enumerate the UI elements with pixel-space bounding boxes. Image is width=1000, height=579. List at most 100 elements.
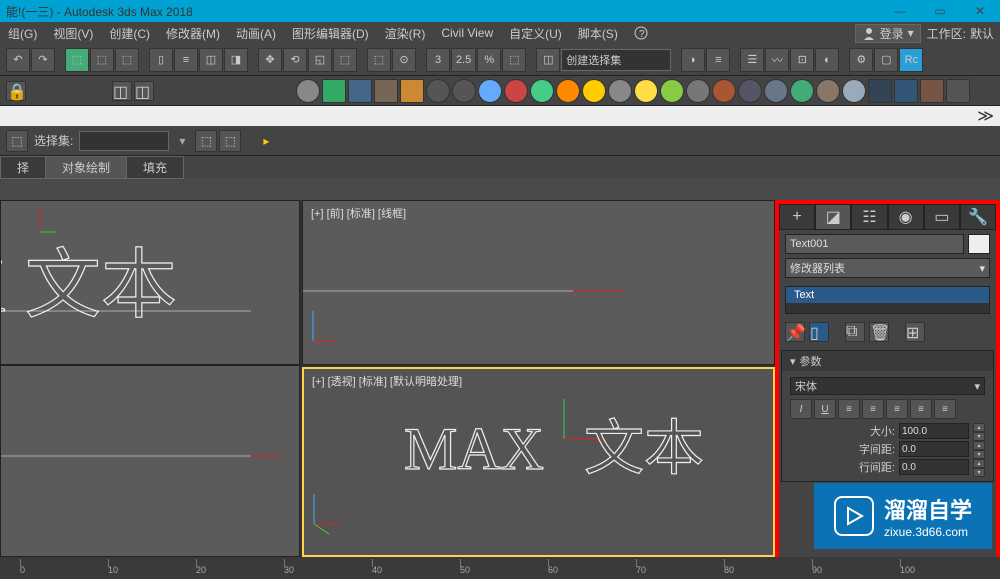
viewport-bottom-right[interactable]: [+] [透视] [标准] [默认明暗处理] MAX 文本 <box>302 367 775 557</box>
viewport-top-right[interactable]: [+] [前] [标准] [线框] <box>302 200 775 365</box>
tool-b-button[interactable]: ◫ <box>134 81 154 101</box>
restore-button[interactable]: ▭ <box>920 0 960 22</box>
underline-button[interactable]: U <box>814 399 836 419</box>
configure-sets-button[interactable]: ⊞ <box>905 322 925 342</box>
placement-button[interactable]: ⬚ <box>333 48 357 72</box>
menu-civil-view[interactable]: Civil View <box>433 22 501 44</box>
select-by-name-button[interactable]: ≡ <box>174 48 198 72</box>
kerning-spin-down[interactable]: ▾ <box>973 450 985 459</box>
align-justify-button[interactable]: ≡ <box>910 399 932 419</box>
select-link-button[interactable]: ⬚ <box>65 48 89 72</box>
close-button[interactable]: ✕ <box>960 0 1000 22</box>
menu-group[interactable]: 组(G) <box>0 22 45 44</box>
menu-customize[interactable]: 自定义(U) <box>501 22 570 44</box>
timeline[interactable]: 0102030405060708090100 <box>0 557 1000 579</box>
select-object-button[interactable]: ▯ <box>149 48 173 72</box>
overflow-chevron-icon[interactable]: ≫ <box>977 106 994 126</box>
selection-set-dropdown[interactable] <box>79 131 169 151</box>
preset-box1[interactable] <box>868 79 892 103</box>
preset-cloud[interactable] <box>556 79 580 103</box>
select-region-button[interactable]: ◫ <box>199 48 223 72</box>
curve-editor-button[interactable]: 〰 <box>765 48 789 72</box>
rollout-header[interactable]: ▾ 参数 <box>782 351 993 371</box>
menu-scripts[interactable]: 脚本(S) <box>570 22 626 44</box>
align-button[interactable]: ≡ <box>706 48 730 72</box>
preset-br[interactable] <box>816 79 840 103</box>
rotate-button[interactable]: ⟲ <box>283 48 307 72</box>
preset-teapot[interactable] <box>296 79 320 103</box>
render-frame-button[interactable]: ▢ <box>874 48 898 72</box>
preset-yellow[interactable] <box>582 79 606 103</box>
modifier-stack[interactable]: Text <box>785 286 990 314</box>
preset-sphere-3[interactable] <box>478 79 502 103</box>
leading-input[interactable]: 0.0 <box>899 459 969 475</box>
preset-3[interactable] <box>374 79 398 103</box>
move-button[interactable]: ✥ <box>258 48 282 72</box>
render-setup-button[interactable]: ⚙ <box>849 48 873 72</box>
mirror-button[interactable]: ◗ <box>681 48 705 72</box>
size-spin-up[interactable]: ▴ <box>973 423 985 432</box>
use-pivot-button[interactable]: ⊙ <box>392 48 416 72</box>
preset-box3[interactable] <box>920 79 944 103</box>
window-crossing-button[interactable]: ◨ <box>224 48 248 72</box>
display-tab[interactable]: ▭ <box>924 204 960 230</box>
preset-sun[interactable] <box>634 79 658 103</box>
preset-sphere-5[interactable] <box>530 79 554 103</box>
modify-tab[interactable]: ◪ <box>815 204 851 230</box>
preset-box4[interactable] <box>946 79 970 103</box>
leading-spin-down[interactable]: ▾ <box>973 468 985 477</box>
preset-g3[interactable] <box>790 79 814 103</box>
preset-1[interactable] <box>322 79 346 103</box>
create-tab[interactable]: + <box>779 204 815 230</box>
hierarchy-tab[interactable]: ☷ <box>851 204 887 230</box>
align-right-button[interactable]: ≡ <box>886 399 908 419</box>
preset-sphere-4[interactable] <box>504 79 528 103</box>
menu-animation[interactable]: 动画(A) <box>228 22 284 44</box>
modifier-list-dropdown[interactable]: 修改器列表 ▾ <box>785 258 990 278</box>
menu-create[interactable]: 创建(C) <box>101 22 158 44</box>
unlink-button[interactable]: ⬚ <box>90 48 114 72</box>
preset-b3[interactable] <box>842 79 866 103</box>
preset-4[interactable] <box>400 79 424 103</box>
align-left-button[interactable]: ≡ <box>838 399 860 419</box>
tool-a-button[interactable]: ◫ <box>112 81 132 101</box>
sel-tool-2[interactable]: ⬚ <box>219 130 241 152</box>
schematic-view-button[interactable]: ⊡ <box>790 48 814 72</box>
tab-select[interactable]: 择 <box>0 156 46 179</box>
material-editor-button[interactable]: ◐ <box>815 48 839 72</box>
preset-sphere-1[interactable] <box>426 79 450 103</box>
ref-coord-button[interactable]: ⬚ <box>367 48 391 72</box>
scale-button[interactable]: ◱ <box>308 48 332 72</box>
render-button[interactable]: Rc <box>899 48 923 72</box>
menu-help[interactable]: ? <box>626 22 656 44</box>
sel-tool-1[interactable]: ⬚ <box>195 130 217 152</box>
menu-modifiers[interactable]: 修改器(M) <box>158 22 228 44</box>
bind-space-warp-button[interactable]: ⬚ <box>115 48 139 72</box>
preset-grey[interactable] <box>608 79 632 103</box>
align-center-button[interactable]: ≡ <box>862 399 884 419</box>
tab-fill[interactable]: 填充 <box>126 156 184 179</box>
preset-b2[interactable] <box>764 79 788 103</box>
menu-render[interactable]: 渲染(R) <box>377 22 434 44</box>
menu-view[interactable]: 视图(V) <box>45 22 101 44</box>
lock-button[interactable]: 🔒 <box>6 81 26 101</box>
font-dropdown[interactable]: 宋体 ▾ <box>790 377 985 395</box>
tab-object-paint[interactable]: 对象绘制 <box>45 156 127 179</box>
pin-stack-button[interactable]: 📌 <box>785 322 805 342</box>
named-sel-sets-dropdown[interactable]: 创建选择集 <box>561 49 671 71</box>
filter-icon[interactable]: ▸ <box>255 130 277 152</box>
object-name-input[interactable] <box>785 234 964 254</box>
utilities-tab[interactable]: 🔧 <box>960 204 996 230</box>
show-end-result-button[interactable]: ▯ <box>809 322 829 342</box>
preset-2[interactable] <box>348 79 372 103</box>
size-input[interactable]: 100.0 <box>899 423 969 439</box>
menu-graph-editors[interactable]: 图形编辑器(D) <box>284 22 377 44</box>
login-button[interactable]: 登录 ▾ <box>855 24 921 43</box>
viewport-top-left[interactable]: X 文本 <box>0 200 300 365</box>
preset-green2[interactable] <box>660 79 684 103</box>
viewport-bottom-left[interactable] <box>0 365 300 557</box>
angle-snap-button[interactable]: 2.5 <box>451 48 476 72</box>
remove-modifier-button[interactable]: 🗑 <box>869 322 889 342</box>
italic-button[interactable]: I <box>790 399 812 419</box>
preset-box2[interactable] <box>894 79 918 103</box>
